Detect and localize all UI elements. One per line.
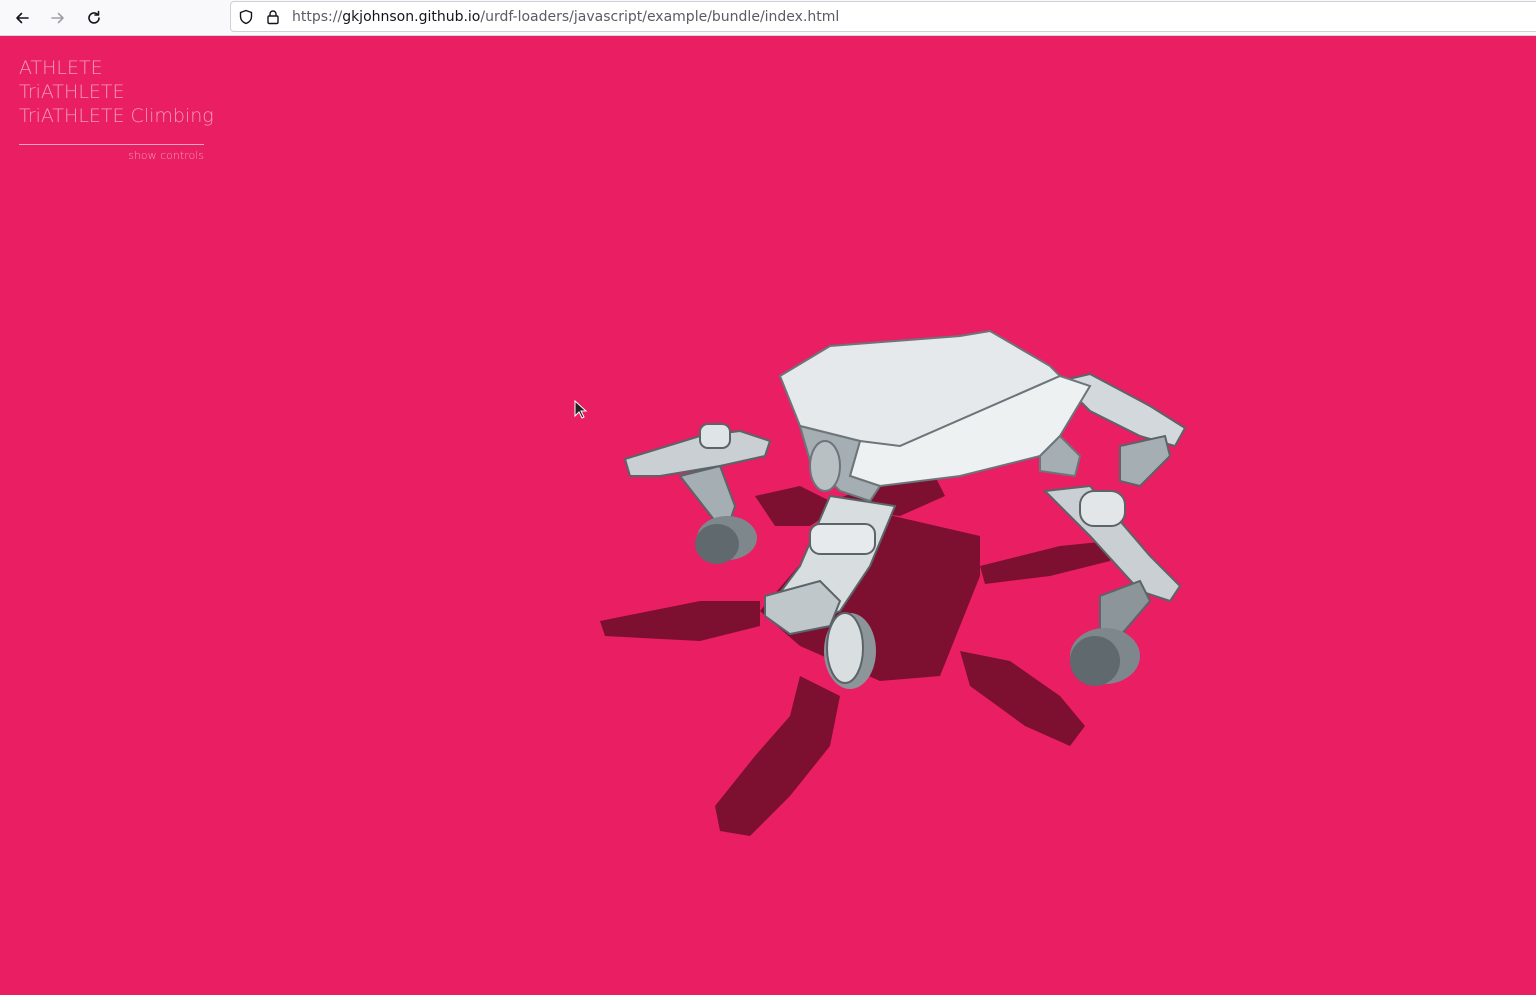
- back-arrow-icon: [16, 12, 29, 24]
- browser-toolbar: https://gkjohnson.github.io/urdf-loaders…: [0, 0, 1536, 36]
- url-bar[interactable]: https://gkjohnson.github.io/urdf-loaders…: [230, 1, 1536, 32]
- robot-link-triathlete[interactable]: TriATHLETE: [19, 80, 204, 104]
- robot-leg-left: [623, 423, 772, 564]
- robot-link-triathlete-climbing[interactable]: TriATHLETE Climbing: [19, 104, 214, 128]
- shield-icon[interactable]: [237, 8, 255, 26]
- url-scheme: https://: [292, 9, 343, 25]
- reload-icon: [88, 10, 100, 24]
- url-text[interactable]: https://gkjohnson.github.io/urdf-loaders…: [292, 8, 839, 26]
- reload-button[interactable]: [80, 4, 108, 32]
- robot-menu: ATHLETE TriATHLETE TriATHLETE Climbing s…: [19, 56, 214, 162]
- robot-body: [778, 329, 1092, 503]
- url-path: /urdf-loaders/javascript/example/bundle/…: [480, 9, 840, 25]
- webgl-viewport[interactable]: ATHLETE TriATHLETE TriATHLETE Climbing s…: [0, 36, 1536, 995]
- forward-button[interactable]: [44, 4, 72, 32]
- show-controls-toggle[interactable]: show controls: [19, 149, 204, 162]
- robot-link-athlete[interactable]: ATHLETE: [19, 56, 204, 80]
- back-button[interactable]: [8, 4, 36, 32]
- lock-icon[interactable]: [264, 8, 282, 26]
- menu-divider: [19, 144, 204, 145]
- robot-3d-render[interactable]: [0, 36, 1536, 995]
- mouse-cursor-icon: [574, 400, 588, 419]
- url-domain: gkjohnson.github.io: [342, 9, 481, 25]
- forward-arrow-icon: [51, 12, 64, 24]
